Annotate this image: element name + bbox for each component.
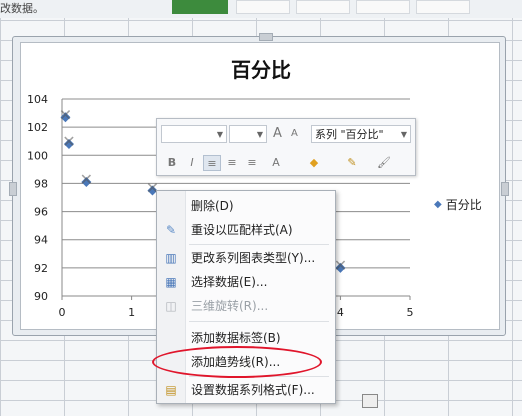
font-size-box[interactable]: ▼	[229, 125, 267, 143]
align-center-icon[interactable]: ≡	[223, 155, 241, 171]
chevron-down-icon: ▼	[256, 130, 263, 139]
legend[interactable]: ◆ 百分比	[434, 196, 482, 213]
fill-color-icon[interactable]: ◆	[305, 155, 323, 171]
y-tick-label: 104	[27, 93, 48, 106]
red-highlight-oval	[152, 346, 322, 378]
y-tick-label: 96	[34, 206, 48, 219]
bold-button[interactable]: B	[163, 155, 181, 171]
font-name-box[interactable]: ▼	[161, 125, 227, 143]
x-tick-label: 0	[59, 306, 66, 319]
chevron-down-icon: ▼	[216, 130, 223, 139]
chevron-down-icon: ▼	[400, 130, 407, 139]
y-tick-label: 94	[34, 234, 48, 247]
rotate-3d-icon: ◫	[165, 299, 177, 313]
align-left-icon[interactable]: ≡	[203, 155, 221, 171]
shrink-font-button[interactable]: A	[291, 128, 298, 139]
italic-button[interactable]: I	[183, 155, 201, 171]
font-color-button[interactable]: A	[267, 155, 285, 171]
format-painter-icon[interactable]: 🖌	[375, 155, 393, 171]
menu-item-reset-style[interactable]: ✎ 重设以匹配样式(A)	[157, 219, 335, 241]
y-tick-label: 90	[34, 290, 48, 303]
line-color-icon[interactable]: ✎	[343, 155, 361, 171]
selection-cross: ✕	[59, 105, 72, 124]
y-tick-label: 102	[27, 121, 48, 134]
legend-diamond-icon: ◆	[434, 199, 442, 210]
paste-options-icon[interactable]	[362, 394, 378, 408]
menu-separator	[189, 244, 329, 245]
x-tick-label: 5	[407, 306, 414, 319]
menu-item-3d-rotation[interactable]: ◫ 三维旋转(R)...	[157, 295, 335, 317]
legend-label: 百分比	[445, 198, 482, 212]
x-tick-label: 4	[337, 306, 344, 319]
chart-type-icon: ▥	[165, 251, 177, 265]
menu-item-delete[interactable]: 删除(D)	[157, 195, 335, 217]
menu-item-format-series[interactable]: ▤ 设置数据系列格式(F)...	[157, 379, 335, 401]
selection-cross: ✕	[62, 132, 75, 151]
selection-cross: ✕	[80, 170, 93, 189]
align-right-icon[interactable]: ≡	[243, 155, 261, 171]
mini-toolbar: ▼ ▼ A A 系列 "百分比" ▼ B I ≡ ≡ ≡ A ◆ ✎ 🖌	[156, 118, 416, 176]
format-series-icon: ▤	[165, 383, 177, 397]
series-select[interactable]: 系列 "百分比" ▼	[311, 125, 411, 143]
menu-item-select-data[interactable]: ▦ 选择数据(E)...	[157, 271, 335, 293]
x-tick-label: 1	[128, 306, 135, 319]
menu-separator	[189, 321, 329, 322]
reset-style-icon: ✎	[165, 223, 177, 237]
y-tick-label: 92	[34, 262, 48, 275]
menu-item-change-chart-type[interactable]: ▥ 更改系列图表类型(Y)...	[157, 247, 335, 269]
y-tick-label: 100	[27, 149, 48, 162]
select-data-icon: ▦	[165, 275, 177, 289]
grow-font-button[interactable]: A	[273, 126, 282, 141]
y-tick-label: 98	[34, 177, 48, 190]
